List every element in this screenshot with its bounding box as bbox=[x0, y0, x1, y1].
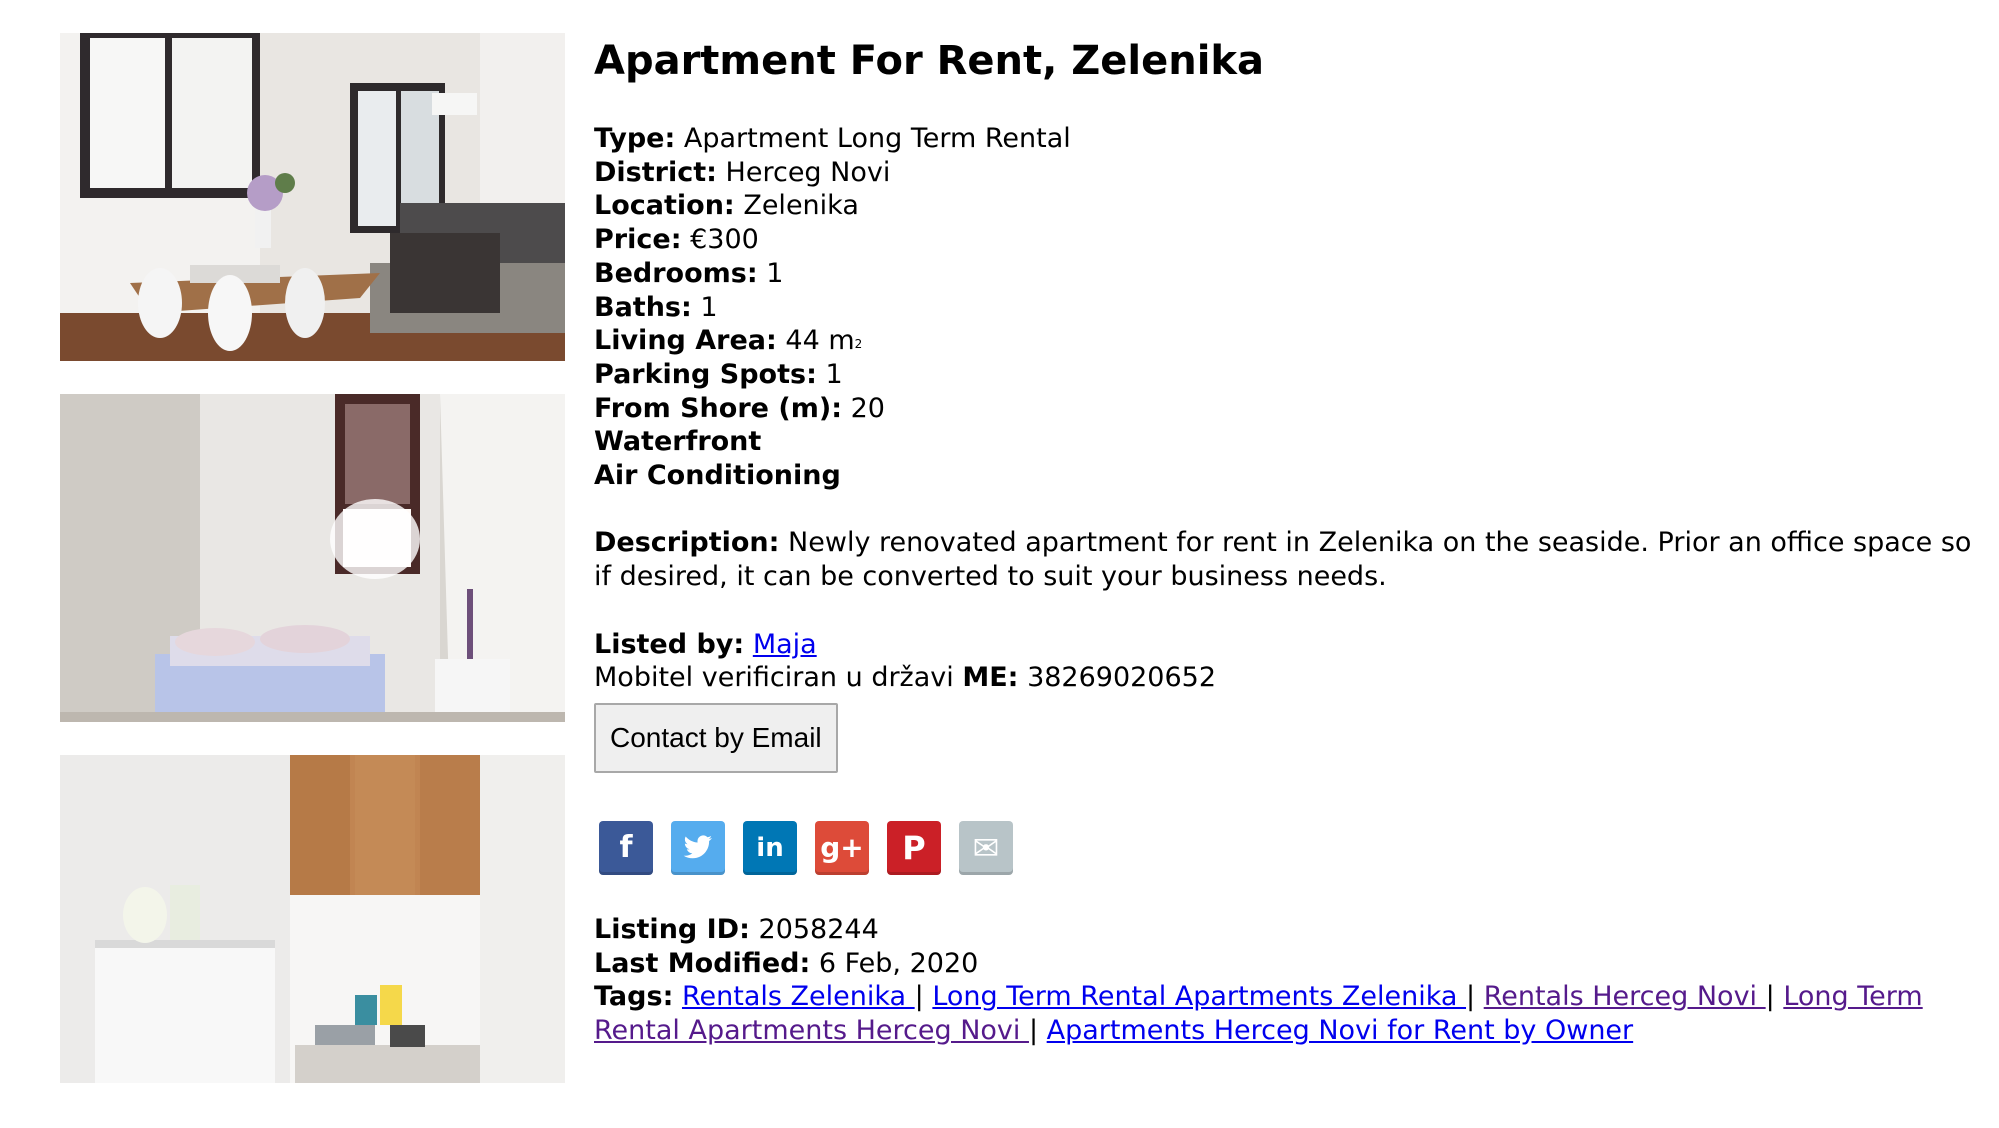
field-value: Herceg Novi bbox=[725, 156, 891, 188]
field-label: Location bbox=[594, 190, 724, 222]
phone-number: 38269020652 bbox=[1027, 662, 1217, 694]
owner-link[interactable]: Maja bbox=[753, 629, 817, 660]
listing-id-value: 2058244 bbox=[758, 913, 879, 945]
listing-fields: Type: Apartment Long Term Rental Distric… bbox=[594, 122, 1974, 493]
photo-kitchen[interactable] bbox=[60, 755, 565, 1083]
feature-waterfront: Waterfront bbox=[594, 426, 762, 458]
phone-country: ME bbox=[962, 662, 1008, 694]
feature-air-conditioning: Air Conditioning bbox=[594, 460, 841, 492]
contact-by-email-button[interactable]: Contact by Email bbox=[594, 702, 838, 773]
tag-link[interactable]: Rentals Zelenika bbox=[682, 981, 915, 1012]
field-value: 20 bbox=[850, 392, 885, 424]
field-label: Parking Spots bbox=[594, 358, 807, 390]
field-value: 44 m bbox=[785, 325, 855, 357]
description-label: Description bbox=[594, 527, 769, 559]
phone-line: Mobitel verificiran u državi ME: 3826902… bbox=[594, 662, 1217, 694]
field-label: District bbox=[594, 156, 707, 188]
field-baths: Baths: 1 bbox=[594, 291, 718, 323]
share-buttons: f in g+ P ✉ bbox=[599, 820, 1974, 875]
bedroom-image bbox=[60, 394, 565, 722]
tags-label: Tags bbox=[594, 981, 663, 1013]
field-parking: Parking Spots: 1 bbox=[594, 358, 843, 390]
last-modified-value: 6 Feb, 2020 bbox=[818, 947, 979, 979]
photo-bedroom[interactable] bbox=[60, 394, 565, 722]
tag-link[interactable]: Rentals Herceg Novi bbox=[1484, 981, 1766, 1012]
twitter-bird-icon bbox=[683, 835, 712, 859]
tags: Tags: Rentals Zelenika | Long Term Renta… bbox=[594, 981, 1923, 1047]
listed-by-label: Listed by bbox=[594, 628, 734, 660]
field-value: Apartment Long Term Rental bbox=[683, 123, 1071, 154]
listing-details: Apartment For Rent, Zelenika Type: Apart… bbox=[594, 36, 1974, 1048]
field-type: Type: Apartment Long Term Rental bbox=[594, 123, 1071, 154]
field-value: 1 bbox=[700, 291, 718, 323]
phone-prefix: Mobitel verificiran u državi bbox=[594, 662, 963, 694]
field-bedrooms: Bedrooms: 1 bbox=[594, 257, 784, 289]
field-living-area: Living Area: 44 m2 bbox=[594, 325, 863, 357]
field-value: 1 bbox=[825, 358, 843, 390]
field-label: Baths bbox=[594, 291, 681, 323]
field-price: Price: €300 bbox=[594, 224, 759, 256]
photo-living-room[interactable] bbox=[60, 33, 565, 361]
description-text: Newly renovated apartment for rent in Ze… bbox=[594, 527, 1972, 593]
last-modified: Last Modified: 6 Feb, 2020 bbox=[594, 947, 979, 979]
living-room-image bbox=[60, 33, 565, 361]
field-label: Bedrooms bbox=[594, 257, 747, 289]
linkedin-icon[interactable]: in bbox=[743, 820, 797, 875]
field-value: Zelenika bbox=[743, 190, 859, 222]
field-district: District: Herceg Novi bbox=[594, 156, 891, 188]
facebook-icon[interactable]: f bbox=[599, 820, 653, 875]
unit-superscript: 2 bbox=[854, 337, 863, 352]
photo-gallery bbox=[60, 33, 565, 1116]
twitter-icon[interactable] bbox=[671, 820, 725, 875]
field-value: €300 bbox=[690, 224, 759, 256]
field-label: Living Area bbox=[594, 325, 767, 357]
field-label: Type bbox=[594, 123, 665, 154]
listing-id: Listing ID: 2058244 bbox=[594, 913, 879, 945]
email-icon[interactable]: ✉ bbox=[959, 820, 1013, 875]
field-from-shore: From Shore (m): 20 bbox=[594, 392, 885, 424]
field-value: 1 bbox=[766, 257, 784, 289]
tag-link[interactable]: Apartments Herceg Novi for Rent by Owner bbox=[1047, 1015, 1634, 1046]
kitchen-image bbox=[60, 755, 565, 1083]
description: Description: Newly renovated apartment f… bbox=[594, 527, 1972, 593]
last-modified-label: Last Modified bbox=[594, 947, 800, 979]
listed-by: Listed by: Maja bbox=[594, 628, 817, 660]
field-location: Location: Zelenika bbox=[594, 190, 859, 222]
page-title: Apartment For Rent, Zelenika bbox=[594, 38, 1264, 84]
tag-link[interactable]: Long Term Rental Apartments Zelenika bbox=[932, 981, 1466, 1012]
pinterest-icon[interactable]: P bbox=[887, 820, 941, 875]
listing-id-label: Listing ID bbox=[594, 913, 740, 945]
field-label: Price bbox=[594, 224, 671, 256]
field-label: From Shore (m) bbox=[594, 392, 832, 424]
google-plus-icon[interactable]: g+ bbox=[815, 820, 869, 875]
